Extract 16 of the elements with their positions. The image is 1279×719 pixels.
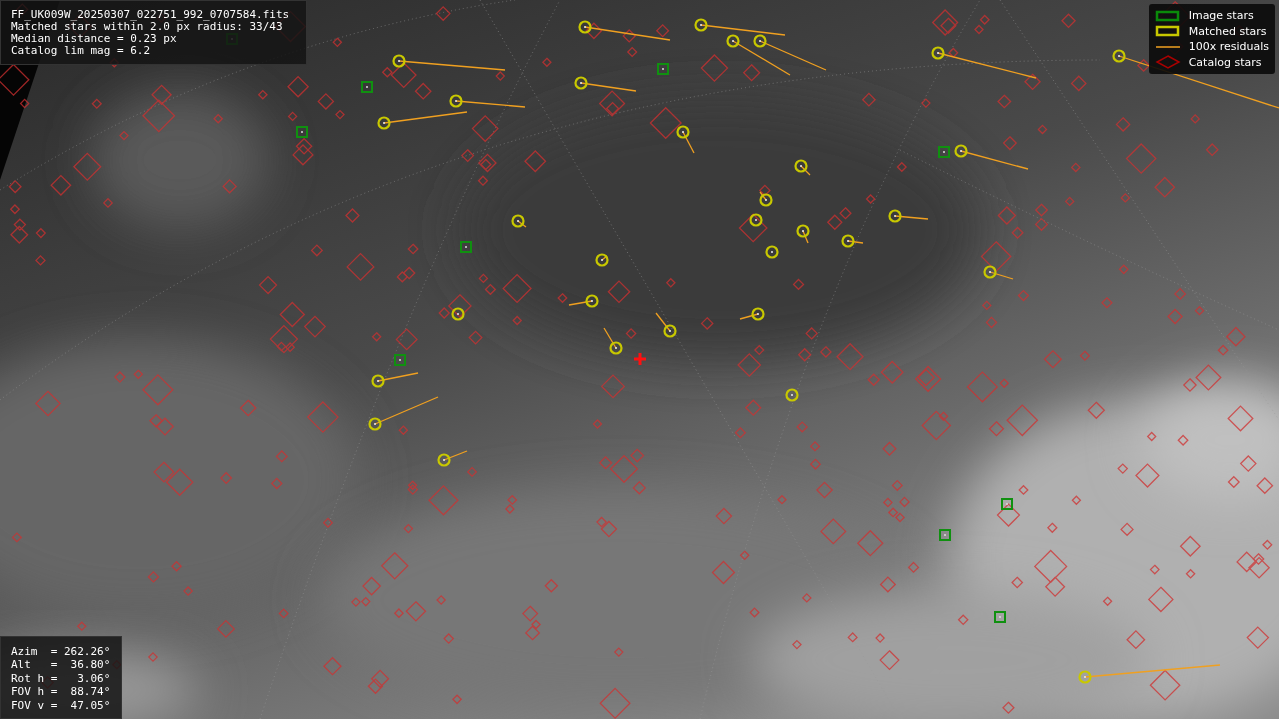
pointing-line: FOV v = 47.05°	[11, 698, 111, 712]
legend-label: Matched stars	[1188, 24, 1267, 38]
info-line: Matched stars within 2.0 px radius: 33/43	[11, 21, 283, 33]
diamond-icon	[1155, 55, 1181, 70]
pointing-line: Alt = 36.80°	[11, 658, 111, 672]
line-icon	[1154, 46, 1181, 48]
info-line: Catalog lim mag = 6.2	[11, 45, 152, 57]
legend-label: Image stars	[1188, 9, 1254, 23]
info-line: FF_UK009W_20250307_022751_992_0707584.fits	[11, 9, 291, 21]
pointing-line: FOV h = 88.74°	[11, 685, 111, 699]
pointing-line: Azim = 262.26°	[11, 644, 111, 658]
center-cross-icon	[632, 351, 648, 367]
legend-label: 100x residuals	[1188, 40, 1269, 54]
pointing-line: Rot h = 3.06°	[11, 671, 111, 685]
info-line: Median distance = 0.23 px	[11, 33, 178, 45]
legend-label: Catalog stars	[1188, 55, 1262, 69]
